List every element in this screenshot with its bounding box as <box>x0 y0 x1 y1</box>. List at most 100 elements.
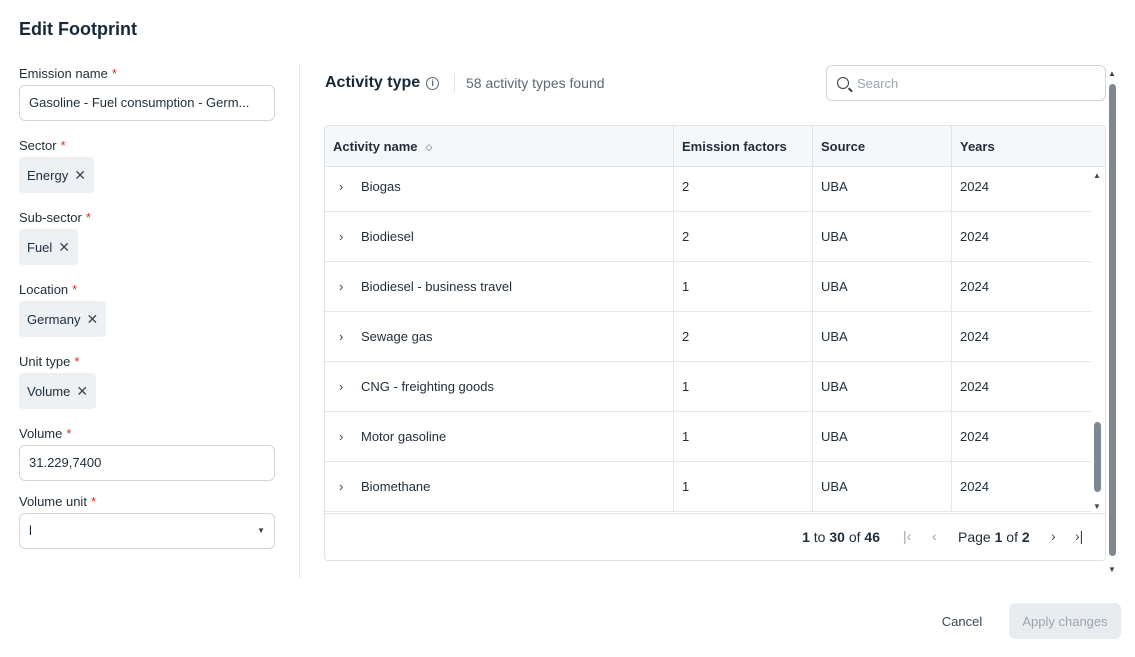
row-source: UBA <box>813 462 952 512</box>
chevron-right-icon[interactable]: › <box>339 212 351 262</box>
row-years: 2024 <box>960 279 989 294</box>
pagination-range: 1 to 30 of 46 <box>802 529 880 545</box>
sector-chip-label: Energy <box>27 167 69 183</box>
table-row[interactable]: › Biomethane 1 UBA 2024 <box>325 462 1091 512</box>
table-body: › Biogas 2 UBA 2024 › Biodiesel 2 UBA 2024… <box>325 167 1091 513</box>
location-label: Location * <box>19 282 78 297</box>
activity-table: Activity name ◇ Emission factors Source Y… <box>324 125 1106 561</box>
chevron-right-icon[interactable]: › <box>339 262 351 312</box>
table-header: Activity name ◇ Emission factors Source Y… <box>325 126 1105 167</box>
sector-chip: Energy ✕ <box>19 157 94 193</box>
sub-sector-chip: Fuel ✕ <box>19 229 79 265</box>
panel-scrollbar[interactable]: ▲ ▼ <box>1106 66 1120 576</box>
volume-label: Volume * <box>19 426 72 441</box>
row-years: 2024 <box>960 229 989 244</box>
table-row[interactable]: › Biogas 2 UBA 2024 <box>325 167 1091 212</box>
first-page-icon[interactable]: |‹ <box>903 528 911 544</box>
volume-input[interactable]: 31.229,7400 <box>19 445 275 481</box>
sub-sector-label: Sub-sector * <box>19 210 91 225</box>
remove-unit-type-icon[interactable]: ✕ <box>76 384 88 398</box>
row-emission-factors: 2 <box>674 312 813 362</box>
row-activity-name: CNG - freighting goods <box>361 379 494 394</box>
remove-sub-sector-icon[interactable]: ✕ <box>58 240 70 254</box>
info-icon[interactable]: i <box>426 76 440 90</box>
chevron-right-icon[interactable]: › <box>339 312 351 362</box>
table-row[interactable]: › Biodiesel - business travel 1 UBA 2024 <box>325 262 1091 312</box>
header-separator <box>454 73 455 93</box>
pagination-bar: 1 to 30 of 46 |‹ ‹ Page 1 of 2 › ›| <box>325 513 1105 560</box>
dialog-title: Edit Footprint <box>19 19 137 39</box>
column-emission-factors: Emission factors <box>674 126 813 167</box>
row-emission-factors: 2 <box>674 167 813 212</box>
table-scrollbar[interactable]: ▲ ▼ <box>1091 167 1105 513</box>
cancel-button[interactable]: Cancel <box>926 603 998 639</box>
scroll-down-icon[interactable]: ▼ <box>1108 565 1116 574</box>
row-years: 2024 <box>960 329 989 344</box>
row-activity-name: Biodiesel <box>361 229 414 244</box>
activity-type-title: Activity type <box>325 74 421 91</box>
column-activity-name[interactable]: Activity name ◇ <box>325 126 674 167</box>
row-emission-factors: 1 <box>674 462 813 512</box>
row-source: UBA <box>813 312 952 362</box>
search-input[interactable] <box>857 75 1087 91</box>
row-source: UBA <box>813 167 952 212</box>
last-page-icon[interactable]: ›| <box>1075 528 1083 544</box>
volume-unit-value: l <box>29 523 32 538</box>
unit-type-chip-label: Volume <box>27 383 71 399</box>
apply-changes-button[interactable]: Apply changes <box>1009 603 1121 639</box>
row-emission-factors: 1 <box>674 412 813 462</box>
chevron-down-icon: ▼ <box>257 526 265 535</box>
table-row[interactable]: › Biodiesel 2 UBA 2024 <box>325 212 1091 262</box>
sub-sector-chip-label: Fuel <box>27 239 53 255</box>
row-emission-factors: 1 <box>674 262 813 312</box>
row-activity-name: Sewage gas <box>361 329 433 344</box>
remove-sector-icon[interactable]: ✕ <box>74 168 86 182</box>
unit-type-label: Unit type * <box>19 354 80 369</box>
row-emission-factors: 1 <box>674 362 813 412</box>
page-indicator: Page 1 of 2 <box>958 529 1030 545</box>
sector-label: Sector * <box>19 138 66 153</box>
location-chip: Germany ✕ <box>19 301 107 337</box>
emission-name-input[interactable]: Gasoline - Fuel consumption - Germ... <box>19 85 275 121</box>
table-scrollbar-thumb[interactable] <box>1094 422 1101 492</box>
row-source: UBA <box>813 362 952 412</box>
volume-unit-select[interactable]: l ▼ <box>19 513 275 549</box>
chevron-right-icon[interactable]: › <box>339 167 351 212</box>
scroll-down-icon[interactable]: ▼ <box>1093 502 1101 511</box>
table-row[interactable]: › Motor gasoline 1 UBA 2024 <box>325 412 1091 462</box>
chevron-right-icon[interactable]: › <box>339 362 351 412</box>
row-years: 2024 <box>960 179 989 194</box>
chevron-right-icon[interactable]: › <box>339 462 351 512</box>
search-box[interactable] <box>826 65 1106 101</box>
emission-name-label: Emission name * <box>19 66 117 81</box>
column-source: Source <box>813 126 952 167</box>
activity-count: 58 activity types found <box>466 75 605 91</box>
row-emission-factors: 2 <box>674 212 813 262</box>
row-activity-name: Biomethane <box>361 479 431 494</box>
unit-type-chip: Volume ✕ <box>19 373 97 409</box>
scroll-up-icon[interactable]: ▲ <box>1108 69 1116 78</box>
volume-unit-label: Volume unit * <box>19 494 96 509</box>
next-page-icon[interactable]: › <box>1051 528 1056 544</box>
scroll-up-icon[interactable]: ▲ <box>1093 171 1101 180</box>
row-activity-name: Motor gasoline <box>361 429 447 444</box>
column-years: Years <box>960 139 995 154</box>
panel-divider <box>299 64 300 578</box>
chevron-right-icon[interactable]: › <box>339 412 351 462</box>
row-source: UBA <box>813 412 952 462</box>
remove-location-icon[interactable]: ✕ <box>86 312 98 326</box>
search-icon <box>837 77 849 89</box>
location-chip-label: Germany <box>27 311 81 327</box>
table-row[interactable]: › CNG - freighting goods 1 UBA 2024 <box>325 362 1091 412</box>
row-source: UBA <box>813 212 952 262</box>
panel-scrollbar-thumb[interactable] <box>1109 84 1116 556</box>
sort-icon[interactable]: ◇ <box>426 143 433 152</box>
table-row[interactable]: › Sewage gas 2 UBA 2024 <box>325 312 1091 362</box>
row-activity-name: Biodiesel - business travel <box>361 279 513 294</box>
row-source: UBA <box>813 262 952 312</box>
row-years: 2024 <box>960 429 989 444</box>
row-years: 2024 <box>960 379 989 394</box>
row-activity-name: Biogas <box>361 179 401 194</box>
previous-page-icon[interactable]: ‹ <box>932 528 937 544</box>
activity-type-heading: Activity type i <box>325 74 440 92</box>
